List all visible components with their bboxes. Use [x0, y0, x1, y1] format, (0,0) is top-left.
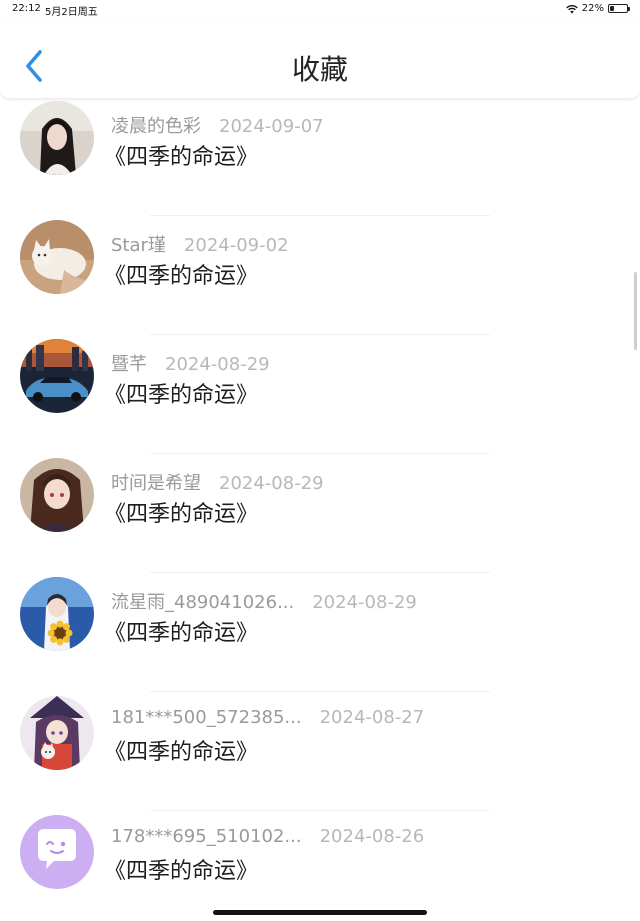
user-name: 178***695_510102... — [111, 826, 302, 847]
divider — [150, 453, 490, 454]
divider — [150, 810, 490, 811]
item-date: 2024-09-02 — [183, 235, 289, 256]
user-name: 181***500_572385... — [111, 707, 302, 728]
list-item[interactable]: Star瑾 2024-09-02 《四季的命运》 — [0, 218, 640, 337]
avatar[interactable] — [20, 339, 94, 413]
page-title: 收藏 — [291, 53, 348, 86]
divider — [150, 572, 490, 573]
work-title[interactable]: 《四季的命运》 — [104, 853, 258, 885]
battery-icon — [608, 4, 630, 13]
work-title[interactable]: 《四季的命运》 — [104, 139, 258, 171]
item-date: 2024-08-29 — [219, 473, 324, 494]
list-item[interactable]: 暨芊 2024-08-29 《四季的命运》 — [0, 337, 640, 456]
user-name: 流星雨_489041026... — [111, 592, 295, 613]
user-name: 时间是希望 — [111, 473, 201, 494]
item-meta: 181***500_572385... 2024-08-27 — [111, 707, 424, 728]
avatar[interactable] — [20, 577, 94, 651]
divider — [150, 691, 490, 692]
favorites-list: 凌晨的色彩 2024-09-07 《四季的命运》 Star瑾 2024-09-02 … — [0, 99, 640, 921]
battery-percent: 22% — [581, 3, 604, 14]
avatar[interactable] — [20, 101, 94, 175]
item-meta: 凌晨的色彩 2024-09-07 — [111, 112, 324, 138]
user-name: Star瑾 — [111, 235, 166, 256]
scrollbar[interactable] — [634, 272, 637, 350]
status-time: 22:12 — [12, 3, 41, 14]
status-date: 5月2日周五 — [45, 7, 98, 18]
item-meta: 178***695_510102... 2024-08-26 — [111, 826, 424, 847]
divider — [150, 334, 490, 335]
list-item[interactable]: 时间是希望 2024-08-29 《四季的命运》 — [0, 456, 640, 575]
avatar[interactable] — [20, 696, 94, 770]
item-meta: 暨芊 2024-08-29 — [111, 350, 270, 376]
nav-header: 收藏 — [0, 20, 640, 99]
avatar[interactable] — [20, 220, 94, 294]
item-date: 2024-08-27 — [319, 707, 425, 728]
work-title[interactable]: 《四季的命运》 — [104, 258, 258, 290]
item-date: 2024-08-26 — [319, 826, 425, 847]
item-meta: 时间是希望 2024-08-29 — [111, 469, 324, 495]
item-meta: 流星雨_489041026... 2024-08-29 — [111, 588, 417, 614]
work-title[interactable]: 《四季的命运》 — [104, 615, 258, 647]
list-item[interactable]: 181***500_572385... 2024-08-27 《四季的命运》 — [0, 694, 640, 813]
work-title[interactable]: 《四季的命运》 — [104, 734, 258, 766]
item-meta: Star瑾 2024-09-02 — [111, 231, 289, 257]
status-bar: 22:12 5月2日周五 22% — [0, 0, 640, 20]
home-indicator[interactable] — [213, 910, 427, 915]
user-name: 暨芊 — [111, 354, 147, 375]
list-item[interactable]: 178***695_510102... 2024-08-26 《四季的命运》 — [0, 813, 640, 921]
item-date: 2024-08-29 — [165, 354, 270, 375]
user-name: 凌晨的色彩 — [111, 116, 201, 137]
divider — [150, 215, 490, 216]
list-item[interactable]: 流星雨_489041026... 2024-08-29 《四季的命运》 — [0, 575, 640, 694]
item-date: 2024-08-29 — [312, 592, 417, 613]
list-item[interactable]: 凌晨的色彩 2024-09-07 《四季的命运》 — [0, 99, 640, 218]
work-title[interactable]: 《四季的命运》 — [104, 496, 258, 528]
item-date: 2024-09-07 — [219, 116, 324, 137]
avatar[interactable] — [20, 815, 94, 889]
wifi-icon — [566, 4, 578, 13]
work-title[interactable]: 《四季的命运》 — [104, 377, 258, 409]
avatar[interactable] — [20, 458, 94, 532]
status-right: 22% — [566, 3, 630, 14]
